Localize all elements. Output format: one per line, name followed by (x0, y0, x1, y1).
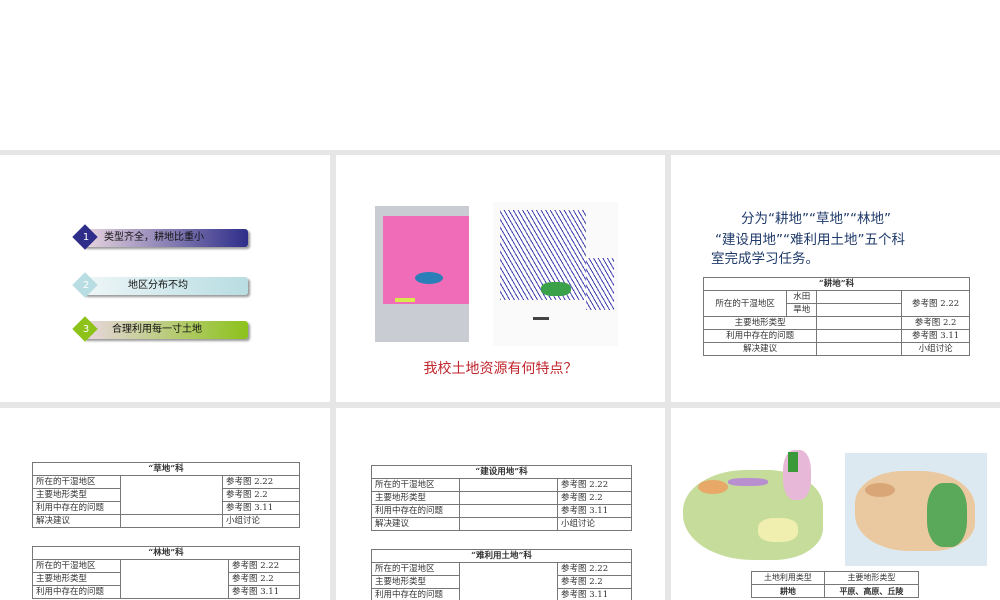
farmland-table: “耕地”科 所在的干湿地区 水田 参考图 2.22 旱地 主要地形类型 参考图 2.2… (702, 277, 970, 356)
cell: 参考图 2.22 (222, 475, 300, 489)
cell: 解决建议 (32, 514, 121, 528)
intro-line-1: 分为“耕地”“草地”“林地” (741, 211, 891, 227)
cell: 所在的干湿地区 (371, 562, 460, 576)
cell: 利用中存在的问题 (371, 588, 460, 600)
cell: 利用中存在的问题 (32, 501, 121, 515)
cell: 耕地 (751, 584, 825, 598)
cell: 参考图 3.11 (557, 504, 632, 518)
cell: 所在的干湿地区 (371, 478, 460, 492)
item-number: 2 (82, 280, 90, 291)
item-label: 合理利用每一寸土地 (112, 324, 202, 335)
cell (816, 290, 903, 304)
table-title: “草地”科 (32, 462, 300, 476)
cell (120, 514, 223, 528)
item-number: 1 (82, 232, 90, 243)
unusable-land-table: “难利用土地”科 所在的干湿地区 参考图 2.22 主要地形类型 参考图 2.2 利… (371, 549, 632, 600)
column-header: 土地利用类型 (751, 571, 825, 585)
cell: 利用中存在的问题 (702, 329, 818, 343)
item-label: 地区分布不均 (128, 280, 188, 291)
column-header: 主要地形类型 (823, 571, 920, 585)
school-map-drawing-hatched (493, 202, 618, 346)
cell (459, 562, 558, 600)
cell: 所在的干湿地区 (32, 475, 121, 489)
cell: 解决建议 (371, 517, 460, 531)
cell: 参考图 2.2 (228, 572, 300, 586)
cell: 参考图 2.2 (222, 488, 300, 502)
cell (459, 478, 558, 492)
cell (120, 559, 229, 599)
cell: 小组讨论 (557, 517, 632, 531)
cell: 所在的干湿地区 (702, 290, 788, 317)
cell: 参考图 3.11 (228, 585, 300, 599)
cell (816, 342, 903, 356)
slide-question: 我校土地资源有何特点？ (423, 361, 578, 377)
cell: 主要地形类型 (371, 575, 460, 589)
cell: 小组讨论 (901, 342, 970, 356)
slide-thumbnail-4[interactable]: “草地”科 所在的干湿地区 参考图 2.22 主要地形类型 参考图 2.2 利用中存… (0, 408, 330, 600)
cell: 利用中存在的问题 (32, 585, 121, 599)
slide-thumbnail-1[interactable]: 1 类型齐全，耕地比重小 2 地区分布不均 3 合理利用每一寸土地 (0, 155, 330, 402)
forest-table: “林地”科 所在的干湿地区 参考图 2.22 主要地形类型 参考图 2.2 利用中存… (32, 546, 300, 599)
cell: 参考图 2.22 (901, 290, 970, 317)
cell: 参考图 2.2 (557, 491, 632, 505)
cell: 旱地 (786, 303, 818, 317)
slide-thumbnail-3[interactable]: 分为“耕地”“草地”“林地” “建设用地”“难利用土地”五个科 室完成学习任务。… (671, 155, 1000, 402)
cell: 主要地形类型 (32, 488, 121, 502)
cell (816, 329, 903, 343)
slide-thumbnail-2[interactable]: 我校土地资源有何特点？ (336, 155, 665, 402)
cell (459, 504, 558, 518)
intro-line-2: “建设用地”“难利用土地”五个科 (715, 232, 905, 248)
table-title: “难利用土地”科 (371, 549, 632, 563)
cell: 主要地形类型 (32, 572, 121, 586)
list-item-2: 2 地区分布不均 (72, 272, 248, 298)
cell: 解决建议 (702, 342, 818, 356)
cell: 所在的干湿地区 (32, 559, 121, 573)
cell (816, 316, 903, 330)
cell: 参考图 2.22 (557, 478, 632, 492)
cell (459, 517, 558, 531)
cell: 参考图 3.11 (557, 588, 632, 600)
china-land-use-map (683, 450, 831, 568)
intro-line-3: 室完成学习任务。 (711, 251, 819, 267)
list-item-1: 1 类型齐全，耕地比重小 (72, 224, 248, 250)
slide-thumbnail-5[interactable]: “建设用地”科 所在的干湿地区 参考图 2.22 主要地形类型 参考图 2.2 利用… (336, 408, 665, 600)
cell: 参考图 2.2 (557, 575, 632, 589)
table-title: “林地”科 (32, 546, 300, 560)
table-title: “建设用地”科 (371, 465, 632, 479)
cell: 水田 (786, 290, 818, 304)
item-number: 3 (82, 324, 90, 335)
china-topographic-map (845, 453, 987, 566)
cell: 主要地形类型 (371, 491, 460, 505)
cell: 参考图 3.11 (901, 329, 970, 343)
item-label: 类型齐全，耕地比重小 (104, 232, 204, 243)
school-map-photo-pink (375, 206, 469, 342)
cell: 平原、高原、丘陵 (823, 584, 920, 598)
cell (816, 303, 903, 317)
grassland-table: “草地”科 所在的干湿地区 参考图 2.22 主要地形类型 参考图 2.2 利用中存… (32, 462, 300, 528)
cell: 主要地形类型 (702, 316, 818, 330)
list-item-3: 3 合理利用每一寸土地 (72, 316, 248, 342)
slide-thumbnail-6[interactable]: 土地利用类型 主要地形类型 耕地 平原、高原、丘陵 (671, 408, 1000, 600)
cell: 参考图 2.2 (901, 316, 970, 330)
cell: 参考图 2.22 (557, 562, 632, 576)
table-title: “耕地”科 (703, 277, 970, 291)
cell: 参考图 3.11 (222, 501, 300, 515)
cell: 小组讨论 (222, 514, 300, 528)
cell (459, 491, 558, 505)
construction-land-table: “建设用地”科 所在的干湿地区 参考图 2.22 主要地形类型 参考图 2.2 利用… (371, 465, 632, 531)
cell: 利用中存在的问题 (371, 504, 460, 518)
land-type-table: 土地利用类型 主要地形类型 耕地 平原、高原、丘陵 (751, 571, 920, 598)
cell (120, 475, 223, 515)
cell: 参考图 2.22 (228, 559, 300, 573)
